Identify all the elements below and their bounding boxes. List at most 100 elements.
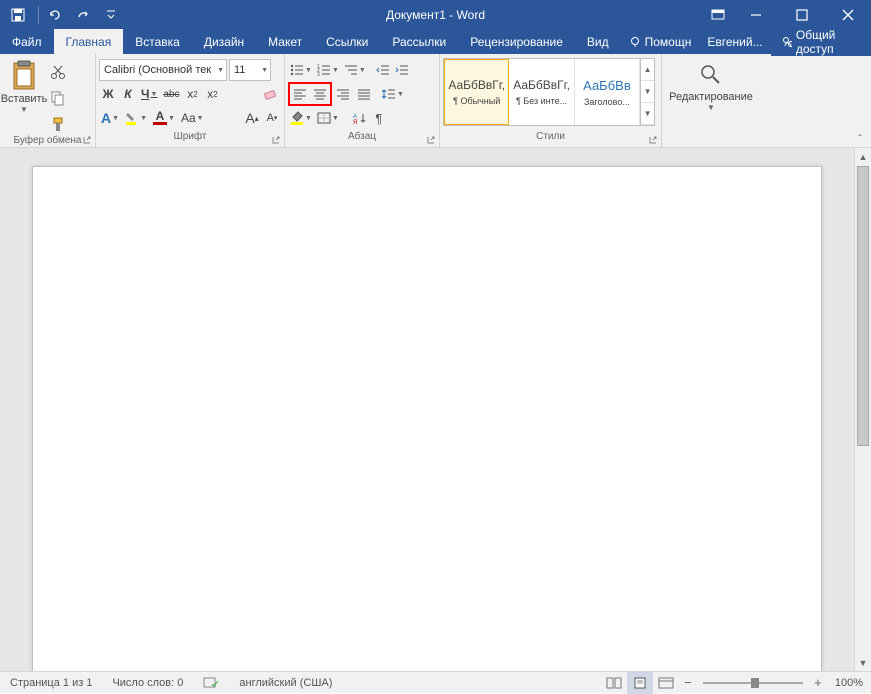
tab-home[interactable]: Главная bbox=[54, 29, 124, 54]
gallery-more-button[interactable]: ▼ bbox=[641, 103, 654, 125]
font-dialog-launcher[interactable] bbox=[269, 133, 282, 146]
style-name: ¶ Обычный bbox=[453, 96, 500, 106]
tab-review[interactable]: Рецензирование bbox=[458, 29, 575, 54]
gallery-up-button[interactable]: ▲ bbox=[641, 59, 654, 81]
editing-menu-button[interactable]: Редактирование ▼ bbox=[665, 57, 757, 112]
window-title: Документ1 - Word bbox=[386, 8, 485, 22]
bullets-button[interactable]: ▼ bbox=[288, 60, 314, 80]
qat-customize-button[interactable] bbox=[99, 3, 123, 27]
status-word-count[interactable]: Число слов: 0 bbox=[102, 672, 193, 693]
copy-button[interactable] bbox=[47, 87, 69, 109]
status-language[interactable]: английский (США) bbox=[229, 672, 342, 693]
tell-me-button[interactable]: Помощн bbox=[621, 35, 700, 49]
sort-button[interactable]: AЯ bbox=[351, 108, 369, 128]
scroll-up-button[interactable]: ▲ bbox=[855, 148, 871, 165]
align-left-button[interactable] bbox=[290, 84, 310, 104]
decrease-indent-button[interactable] bbox=[374, 60, 392, 80]
underline-button[interactable]: Ч▼ bbox=[139, 84, 159, 104]
ribbon-options-icon bbox=[711, 9, 725, 21]
user-account-button[interactable]: Евгений... bbox=[699, 35, 770, 49]
clear-formatting-button[interactable] bbox=[261, 84, 281, 104]
scroll-down-button[interactable]: ▼ bbox=[855, 654, 871, 671]
share-button[interactable]: Общий доступ bbox=[771, 28, 871, 56]
view-web-layout-button[interactable] bbox=[653, 672, 679, 694]
paragraph-dialog-launcher[interactable] bbox=[424, 133, 437, 146]
title-bar: Документ1 - Word bbox=[0, 0, 871, 29]
gallery-down-button[interactable]: ▼ bbox=[641, 81, 654, 103]
line-spacing-icon bbox=[382, 88, 396, 100]
style-heading1[interactable]: АаБбВв Заголово... bbox=[575, 59, 640, 125]
minimize-button[interactable] bbox=[733, 0, 779, 29]
subscript-button[interactable]: x2 bbox=[184, 84, 202, 104]
tab-insert[interactable]: Вставка bbox=[123, 29, 192, 54]
undo-button[interactable] bbox=[43, 3, 67, 27]
show-marks-button[interactable]: ¶ bbox=[370, 108, 388, 128]
justify-icon bbox=[357, 88, 371, 100]
multilevel-list-button[interactable]: ▼ bbox=[342, 60, 368, 80]
align-right-button[interactable] bbox=[333, 84, 353, 104]
style-normal[interactable]: АаБбВвГг, ¶ Обычный bbox=[444, 59, 509, 125]
group-font: Calibri (Основной тек ▼ 11 ▼ Ж К Ч▼ abc … bbox=[96, 54, 285, 147]
font-color-button[interactable]: A▼ bbox=[151, 108, 177, 128]
bold-button[interactable]: Ж bbox=[99, 84, 117, 104]
justify-button[interactable] bbox=[354, 84, 374, 104]
save-button[interactable] bbox=[6, 3, 30, 27]
font-name-combo[interactable]: Calibri (Основной тек ▼ bbox=[99, 59, 227, 81]
maximize-icon bbox=[796, 9, 808, 21]
tab-view[interactable]: Вид bbox=[575, 29, 621, 54]
text-effects-button[interactable]: A▼ bbox=[99, 108, 121, 128]
group-label-paragraph: Абзац bbox=[288, 131, 436, 147]
borders-icon bbox=[317, 112, 331, 124]
collapse-ribbon-button[interactable]: ˆ bbox=[853, 132, 867, 146]
zoom-out-button[interactable]: − bbox=[679, 672, 697, 694]
bullets-icon bbox=[290, 64, 304, 76]
clipboard-dialog-launcher[interactable] bbox=[80, 133, 93, 146]
status-page[interactable]: Страница 1 из 1 bbox=[0, 672, 102, 693]
view-read-mode-button[interactable] bbox=[601, 672, 627, 694]
numbering-button[interactable]: 123▼ bbox=[315, 60, 341, 80]
italic-button[interactable]: К bbox=[119, 84, 137, 104]
line-spacing-button[interactable]: ▼ bbox=[380, 84, 406, 104]
borders-button[interactable]: ▼ bbox=[315, 108, 341, 128]
align-center-button[interactable] bbox=[310, 84, 330, 104]
tab-mailings[interactable]: Рассылки bbox=[380, 29, 458, 54]
status-spellcheck[interactable] bbox=[193, 672, 229, 693]
highlight-button[interactable]: ▼ bbox=[123, 108, 149, 128]
chevron-down-icon: ▼ bbox=[150, 91, 157, 98]
font-size-combo[interactable]: 11 ▼ bbox=[229, 59, 271, 81]
paintbrush-icon bbox=[50, 116, 66, 132]
increase-indent-button[interactable] bbox=[393, 60, 411, 80]
tab-file[interactable]: Файл bbox=[0, 29, 54, 54]
ribbon-display-options-button[interactable] bbox=[703, 0, 733, 29]
dialog-launcher-icon bbox=[82, 135, 92, 145]
zoom-thumb[interactable] bbox=[751, 678, 759, 688]
styles-dialog-launcher[interactable] bbox=[646, 133, 659, 146]
align-right-icon bbox=[336, 88, 350, 100]
superscript-button[interactable]: x2 bbox=[204, 84, 222, 104]
style-no-spacing[interactable]: АаБбВвГг, ¶ Без инте... bbox=[509, 59, 574, 125]
view-print-layout-button[interactable] bbox=[627, 672, 653, 694]
cut-button[interactable] bbox=[47, 61, 69, 83]
tab-references[interactable]: Ссылки bbox=[314, 29, 380, 54]
tab-layout[interactable]: Макет bbox=[256, 29, 314, 54]
zoom-slider[interactable] bbox=[703, 672, 803, 694]
strikethrough-button[interactable]: abc bbox=[161, 84, 181, 104]
outdent-icon bbox=[376, 64, 390, 76]
vertical-scrollbar[interactable]: ▲ ▼ bbox=[854, 148, 871, 671]
shrink-font-button[interactable]: A▾ bbox=[263, 108, 281, 128]
scroll-thumb[interactable] bbox=[857, 166, 869, 446]
zoom-percent[interactable]: 100% bbox=[827, 677, 871, 689]
format-painter-button[interactable] bbox=[47, 113, 69, 135]
grow-font-button[interactable]: A▴ bbox=[243, 108, 261, 128]
document-page[interactable] bbox=[32, 166, 822, 671]
maximize-button[interactable] bbox=[779, 0, 825, 29]
style-name: ¶ Без инте... bbox=[516, 96, 567, 106]
shading-button[interactable]: ▼ bbox=[288, 108, 314, 128]
chevron-down-icon: ▼ bbox=[359, 67, 366, 74]
close-button[interactable] bbox=[825, 0, 871, 29]
redo-button[interactable] bbox=[71, 3, 95, 27]
change-case-button[interactable]: Aa▼ bbox=[179, 108, 206, 128]
paste-button[interactable]: Вставить ▼ bbox=[3, 57, 45, 114]
tab-design[interactable]: Дизайн bbox=[192, 29, 256, 54]
zoom-in-button[interactable]: + bbox=[809, 672, 827, 694]
